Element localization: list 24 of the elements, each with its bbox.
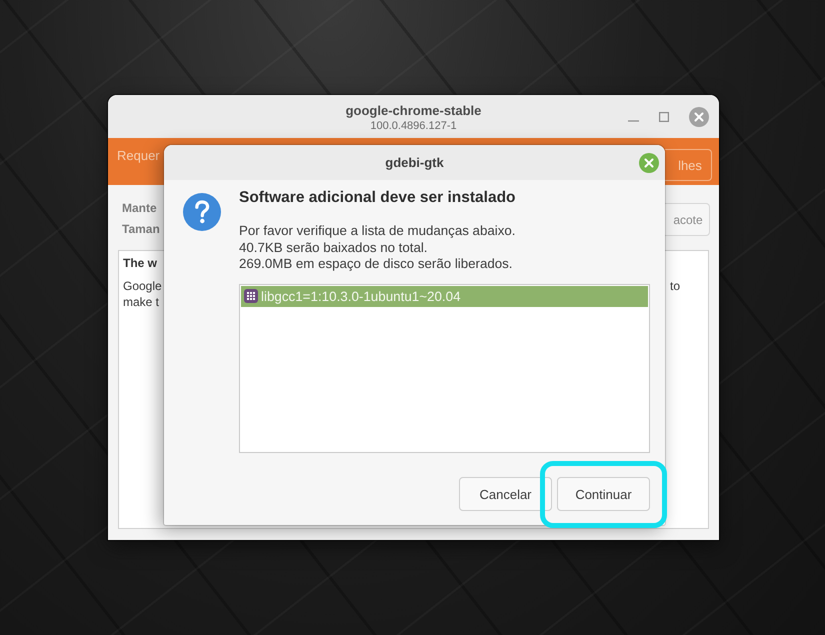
message-text: 40.7KB serão baixados no total. (239, 240, 428, 256)
cancel-button[interactable]: Cancelar (459, 477, 552, 511)
package-list-item[interactable]: libgcc1=1:10.3.0-1ubuntu1~20.04 (241, 286, 648, 306)
window-title: google-chrome-stable (346, 102, 482, 118)
description-text: to (670, 278, 680, 294)
close-icon[interactable] (639, 152, 659, 172)
dialog-heading: Software adicional deve ser instalado (239, 188, 516, 208)
close-icon[interactable] (689, 106, 709, 126)
maximize-icon[interactable] (659, 112, 669, 122)
window-subtitle: 100.0.4896.127-1 (370, 118, 457, 132)
minimize-icon[interactable] (628, 120, 639, 122)
info-label: Taman (122, 221, 160, 238)
description-text: make t (123, 294, 160, 310)
dialog-title: gdebi-gtk (385, 155, 444, 170)
question-icon (183, 193, 221, 231)
message-text: 269.0MB em espaço de disco serão liberados. (239, 256, 512, 272)
description-heading: The w (123, 255, 158, 272)
message-text: Por favor verifique a lista de mudanças abaixo. (239, 223, 516, 240)
info-label: Mante (122, 200, 158, 217)
banner-text: Requer (117, 148, 160, 163)
package-icon (244, 289, 258, 303)
continue-button[interactable]: Continuar (557, 477, 650, 511)
action-button[interactable]: acote (664, 203, 710, 236)
description-text: Google (123, 278, 162, 294)
